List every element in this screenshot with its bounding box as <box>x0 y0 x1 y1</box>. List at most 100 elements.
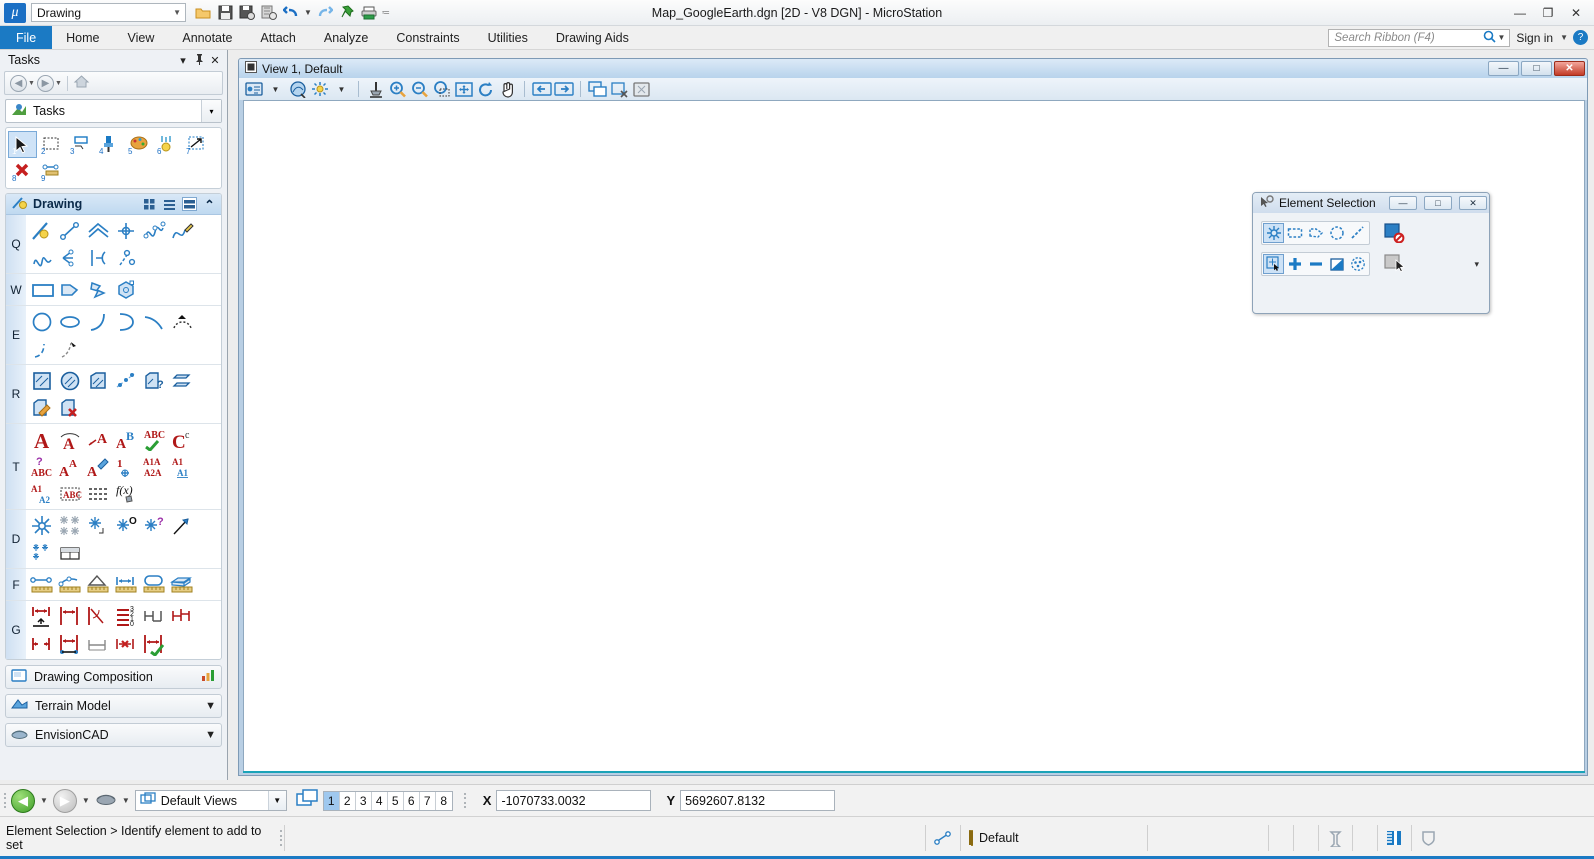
display-text-attributes-icon[interactable]: ? ABC <box>29 453 57 480</box>
coordinate-y-input[interactable] <box>680 790 836 811</box>
tab-home[interactable]: Home <box>52 26 113 49</box>
tab-annotate[interactable]: Annotate <box>168 26 246 49</box>
print-icon[interactable] <box>359 3 379 23</box>
model-segment[interactable] <box>1319 825 1352 851</box>
mode-clear-icon[interactable] <box>1347 254 1368 274</box>
change-text-case-icon[interactable]: Cc <box>169 426 197 453</box>
text-field-icon[interactable]: f(x) <box>113 480 141 507</box>
construct-perpendicular-icon[interactable] <box>85 244 113 271</box>
minimize-button[interactable]: — <box>1506 3 1534 23</box>
view-previous-icon[interactable] <box>531 79 552 99</box>
measure-radius-icon[interactable] <box>57 571 85 598</box>
place-ellipse-icon[interactable] <box>57 308 85 335</box>
book-segment[interactable] <box>1378 825 1411 851</box>
customize-qat-caret[interactable]: ≔ <box>381 8 391 17</box>
place-bspline-icon[interactable] <box>29 244 57 271</box>
view-restore-button[interactable]: □ <box>1521 61 1552 76</box>
search-ribbon-box[interactable]: Search Ribbon (F4) ▼ <box>1328 28 1511 47</box>
dimension-diameter-icon[interactable] <box>57 630 85 657</box>
zoom-in-icon[interactable] <box>387 79 408 99</box>
chevron-down-icon[interactable]: ▼ <box>205 700 216 712</box>
change-pattern-icon[interactable] <box>29 394 57 421</box>
place-text-icon[interactable]: A <box>29 426 57 453</box>
view-number-8[interactable]: 8 <box>435 791 452 810</box>
save-settings-icon[interactable] <box>237 3 257 23</box>
increment-text-icon[interactable]: A1 A2 <box>29 480 57 507</box>
tab-analyze[interactable]: Analyze <box>310 26 382 49</box>
dimension-radial-icon[interactable] <box>29 630 57 657</box>
mode-new-icon[interactable] <box>1263 254 1284 274</box>
help-icon[interactable]: ? <box>1573 30 1588 45</box>
copy-view-icon[interactable] <box>587 79 608 99</box>
save-icon[interactable] <box>215 3 235 23</box>
sign-in-caret[interactable]: ▼ <box>1559 33 1569 42</box>
tab-view[interactable]: View <box>114 26 169 49</box>
drawing-group-header[interactable]: Drawing ⌃ <box>6 194 221 215</box>
method-shape-icon[interactable] <box>1305 223 1326 243</box>
modify-curve-icon[interactable] <box>169 217 197 244</box>
view-groups-icon[interactable] <box>296 789 320 812</box>
view-number-7[interactable]: 7 <box>419 791 436 810</box>
place-stream-curve-icon[interactable] <box>141 217 169 244</box>
view-display-style-icon[interactable] <box>287 79 308 99</box>
pin-icon[interactable] <box>337 3 357 23</box>
place-active-cell-icon[interactable] <box>29 512 57 539</box>
measure-angle-icon[interactable] <box>85 571 113 598</box>
cell-attributes-icon[interactable]: ? <box>141 512 169 539</box>
tab-utilities[interactable]: Utilities <box>474 26 542 49</box>
view-next-icon[interactable] <box>553 79 574 99</box>
mode-subtract-icon[interactable] <box>1305 254 1326 274</box>
coordinate-x-input[interactable] <box>496 790 652 811</box>
manipulate-tool[interactable]: 7 <box>182 131 211 158</box>
view-number-1[interactable]: 1 <box>323 791 340 810</box>
construct-bisector-icon[interactable] <box>57 244 85 271</box>
modify-dimension-icon[interactable] <box>113 630 141 657</box>
task-selector-caret[interactable]: ▾ <box>201 100 221 122</box>
view-mode-list[interactable] <box>162 197 177 211</box>
nav-back-caret[interactable]: ▼ <box>38 796 50 805</box>
view-number-4[interactable]: 4 <box>371 791 388 810</box>
coords-grip[interactable] <box>463 792 468 810</box>
expand-caret-icon[interactable]: ▾ <box>1474 259 1483 270</box>
nav-back-button[interactable]: ◀ ▼ <box>10 74 35 92</box>
window-area-icon[interactable] <box>431 79 452 99</box>
place-smartline-icon[interactable] <box>29 217 57 244</box>
snap-mode-segment[interactable] <box>926 825 960 851</box>
place-note-text-icon[interactable]: A <box>85 426 113 453</box>
tab-file[interactable]: File <box>0 26 53 49</box>
fill-in-single-enter-data-icon[interactable]: ABC <box>57 480 85 507</box>
modify-arc-radius-icon[interactable] <box>141 308 169 335</box>
view-minimize-button[interactable]: — <box>1488 61 1519 76</box>
construct-tangent-icon[interactable] <box>113 244 141 271</box>
method-block-icon[interactable] <box>1284 223 1305 243</box>
active-level-segment[interactable]: Default <box>961 825 1027 851</box>
task-selector-combo[interactable]: Tasks ▾ <box>5 99 222 123</box>
back-caret-icon[interactable]: ▼ <box>28 80 35 87</box>
rotate-view-icon[interactable] <box>475 79 496 99</box>
panel-pin-icon[interactable] <box>191 53 207 68</box>
measure-distance-tool[interactable]: 9 <box>37 158 66 185</box>
task-envisioncad[interactable]: EnvisionCAD ▼ <box>5 723 222 747</box>
match-text-attributes-icon[interactable]: AA <box>57 453 85 480</box>
hatch-area-icon[interactable] <box>29 367 57 394</box>
place-cell-matrix-icon[interactable] <box>29 539 57 566</box>
edit-text-icon[interactable]: AB <box>113 426 141 453</box>
shield-segment[interactable] <box>1412 825 1445 851</box>
fit-view-icon[interactable] <box>453 79 474 99</box>
modify-arc-angle-icon[interactable] <box>169 308 197 335</box>
method-circle-icon[interactable] <box>1326 223 1347 243</box>
show-pattern-attributes-icon[interactable]: ? <box>141 367 169 394</box>
dimension-element-icon[interactable] <box>29 603 57 630</box>
workspace-combo[interactable]: Drawing ▼ <box>31 3 186 22</box>
delete-element-tool[interactable]: 8 <box>8 158 37 185</box>
view-number-6[interactable]: 6 <box>403 791 420 810</box>
sign-in-link[interactable]: Sign in <box>1514 31 1555 45</box>
place-text-node-icon[interactable]: 1 <box>113 453 141 480</box>
identify-cell-icon[interactable]: O <box>113 512 141 539</box>
copy-enter-data-icon[interactable]: A1A A2A <box>141 453 169 480</box>
maximize-button[interactable]: ❐ <box>1534 3 1562 23</box>
dimension-note-icon[interactable] <box>85 630 113 657</box>
place-note-tool[interactable]: 3 <box>66 131 95 158</box>
place-circle-icon[interactable] <box>29 308 57 335</box>
fence-tool[interactable]: 2 <box>37 131 66 158</box>
